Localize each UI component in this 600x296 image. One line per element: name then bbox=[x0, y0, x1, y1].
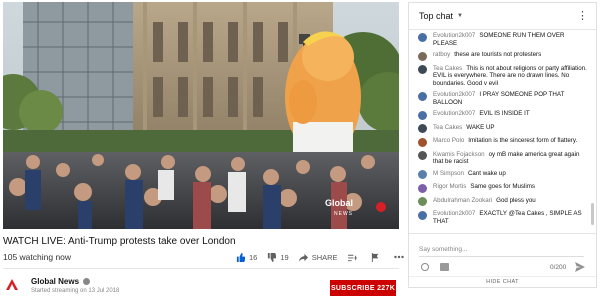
channel-info: Global News Started streaming on 13 Jul … bbox=[3, 276, 119, 294]
chat-input-area: Say something... 0/200 bbox=[409, 233, 596, 280]
avatar[interactable] bbox=[418, 137, 427, 147]
video-title: WATCH LIVE: Anti-Trump protests take ove… bbox=[3, 236, 236, 247]
more-actions-button[interactable] bbox=[393, 255, 408, 259]
thumbs-up-icon bbox=[236, 252, 245, 262]
send-icon[interactable] bbox=[575, 262, 585, 272]
chat-header: Top chat ▼ ⋮ bbox=[409, 3, 596, 30]
caret-down-icon[interactable]: ▼ bbox=[457, 13, 463, 19]
avatar[interactable] bbox=[418, 210, 427, 220]
dislike-count: 19 bbox=[280, 252, 289, 262]
message-author[interactable]: Tea Cakes bbox=[433, 65, 462, 72]
chat-message[interactable]: Marco Polo Imitation is the sincerest for… bbox=[409, 135, 596, 149]
dislike-button[interactable]: 19 bbox=[267, 252, 289, 262]
message-body: Evolution2k007 SOMEONE RUN THEM OVER PLEA… bbox=[433, 32, 590, 47]
avatar[interactable] bbox=[418, 32, 427, 42]
avatar[interactable] bbox=[418, 124, 427, 133]
avatar[interactable] bbox=[418, 65, 427, 74]
message-author[interactable]: ratboy bbox=[433, 51, 450, 58]
chat-message[interactable]: Evolution2k007 I PRAY SOMEONE POP THAT BA… bbox=[409, 89, 596, 108]
like-count: 16 bbox=[249, 252, 258, 262]
video-frame: Global NEWS bbox=[3, 2, 399, 229]
message-author[interactable]: Abdulrahman Zookari bbox=[433, 197, 492, 204]
message-text: Imitation is the sincerest form of flatt… bbox=[468, 137, 578, 144]
chat-message[interactable]: Evolution2k007 EXACTLY @Tea Cakes , SIMPL… bbox=[409, 208, 596, 227]
message-text: these are tourists not protesters bbox=[454, 51, 542, 58]
avatar[interactable] bbox=[418, 51, 427, 61]
verified-icon bbox=[83, 277, 91, 285]
message-author[interactable]: Evolution2k007 bbox=[433, 110, 475, 117]
message-author[interactable]: Evolution2k007 bbox=[433, 91, 475, 98]
avatar[interactable] bbox=[418, 110, 427, 120]
share-button[interactable]: SHARE bbox=[298, 252, 338, 262]
add-to-playlist-button[interactable] bbox=[347, 253, 361, 262]
emoji-icon[interactable] bbox=[421, 263, 429, 271]
chat-message[interactable]: Rigor Mortis Same goes for Muslims bbox=[409, 181, 596, 195]
message-author[interactable]: Marco Polo bbox=[433, 137, 464, 144]
input-underline bbox=[419, 256, 584, 257]
message-body: Marco Polo Imitation is the sincerest for… bbox=[433, 137, 577, 145]
message-body: M Simpson Cant wake up bbox=[433, 170, 506, 178]
message-author[interactable]: Evolution2k007 bbox=[433, 32, 475, 39]
avatar[interactable] bbox=[418, 151, 427, 160]
view-count: 105 watching now bbox=[3, 252, 72, 262]
chat-message[interactable]: Tea Cakes WAKE UP bbox=[409, 122, 596, 136]
message-body: Kwamis Fojackson oy mB make america great… bbox=[433, 151, 590, 166]
message-body: Evolution2k007 EXACTLY @Tea Cakes , SIMPL… bbox=[433, 210, 590, 225]
like-button[interactable]: 16 bbox=[236, 252, 258, 262]
chat-message[interactable]: Abdulrahman Zookari God pless you bbox=[409, 195, 596, 209]
divider bbox=[3, 268, 399, 269]
chat-message[interactable]: Tea Cakes This is not about religions or … bbox=[409, 63, 596, 90]
channel-logo-icon[interactable] bbox=[3, 276, 21, 294]
chat-scrollbar[interactable] bbox=[591, 203, 594, 225]
watermark-sub: NEWS bbox=[334, 211, 353, 217]
avatar[interactable] bbox=[418, 183, 427, 193]
message-text: Same goes for Muslims bbox=[470, 183, 536, 190]
char-counter: 0/200 bbox=[550, 264, 567, 271]
watermark-brand: Global bbox=[325, 198, 353, 208]
channel-name[interactable]: Global News bbox=[31, 277, 79, 286]
flag-icon bbox=[371, 252, 378, 262]
avatar[interactable] bbox=[418, 170, 427, 179]
chat-input[interactable]: Say something... bbox=[419, 246, 467, 253]
super-chat-icon[interactable] bbox=[440, 263, 449, 271]
message-text: EVIL IS INSIDE IT bbox=[479, 110, 530, 117]
chat-message[interactable]: M Simpson Cant wake up bbox=[409, 168, 596, 182]
more-vertical-icon[interactable]: ⋮ bbox=[577, 10, 588, 22]
hide-chat-button[interactable]: HIDE CHAT bbox=[409, 276, 596, 287]
message-body: ratboy these are tourists not protesters bbox=[433, 51, 541, 59]
message-body: Evolution2k007 EVIL IS INSIDE IT bbox=[433, 110, 530, 118]
thumbs-down-icon bbox=[268, 252, 277, 262]
chat-message[interactable]: Kwamis Fojackson oy mB make america great… bbox=[409, 149, 596, 168]
share-icon bbox=[298, 253, 308, 262]
chat-mode-select[interactable]: Top chat bbox=[419, 11, 453, 21]
message-body: Rigor Mortis Same goes for Muslims bbox=[433, 183, 535, 191]
video-actions: 16 19 SHARE bbox=[236, 250, 418, 264]
message-author[interactable]: Tea Cakes bbox=[433, 124, 462, 131]
avatar[interactable] bbox=[418, 197, 427, 206]
subscribe-button[interactable]: SUBSCRIBE 227K bbox=[330, 280, 396, 296]
chat-message[interactable]: Evolution2k007 SOMEONE RUN THEM OVER PLEA… bbox=[409, 30, 596, 49]
message-text: God pless you bbox=[496, 196, 536, 204]
message-text: WAKE UP bbox=[466, 123, 495, 131]
share-label: SHARE bbox=[311, 252, 338, 262]
chat-messages: Evolution2k007 SOMEONE RUN THEM OVER PLEA… bbox=[409, 30, 596, 232]
avatar[interactable] bbox=[418, 91, 427, 101]
message-body: Tea Cakes This is not about religions or … bbox=[433, 65, 590, 88]
video-player[interactable]: Global NEWS bbox=[3, 2, 399, 229]
message-body: Abdulrahman Zookari God pless you bbox=[433, 197, 536, 205]
live-chat-panel: Top chat ▼ ⋮ Evolution2k007 SOMEONE RUN T… bbox=[408, 2, 597, 288]
message-author[interactable]: Rigor Mortis bbox=[433, 183, 466, 190]
playlist-add-icon bbox=[347, 254, 357, 261]
message-text: Cant wake up bbox=[467, 169, 506, 177]
message-body: Tea Cakes WAKE UP bbox=[433, 124, 495, 132]
message-author[interactable]: Kwamis Fojackson bbox=[433, 151, 485, 158]
message-author[interactable]: M Simpson bbox=[433, 170, 464, 177]
report-button[interactable] bbox=[371, 252, 384, 262]
more-horizontal-icon bbox=[393, 255, 404, 259]
chat-message[interactable]: Evolution2k007 EVIL IS INSIDE IT bbox=[409, 108, 596, 122]
message-body: Evolution2k007 I PRAY SOMEONE POP THAT BA… bbox=[433, 91, 590, 106]
message-author[interactable]: Evolution2k007 bbox=[433, 210, 475, 217]
chat-message[interactable]: ratboy these are tourists not protesters bbox=[409, 49, 596, 63]
